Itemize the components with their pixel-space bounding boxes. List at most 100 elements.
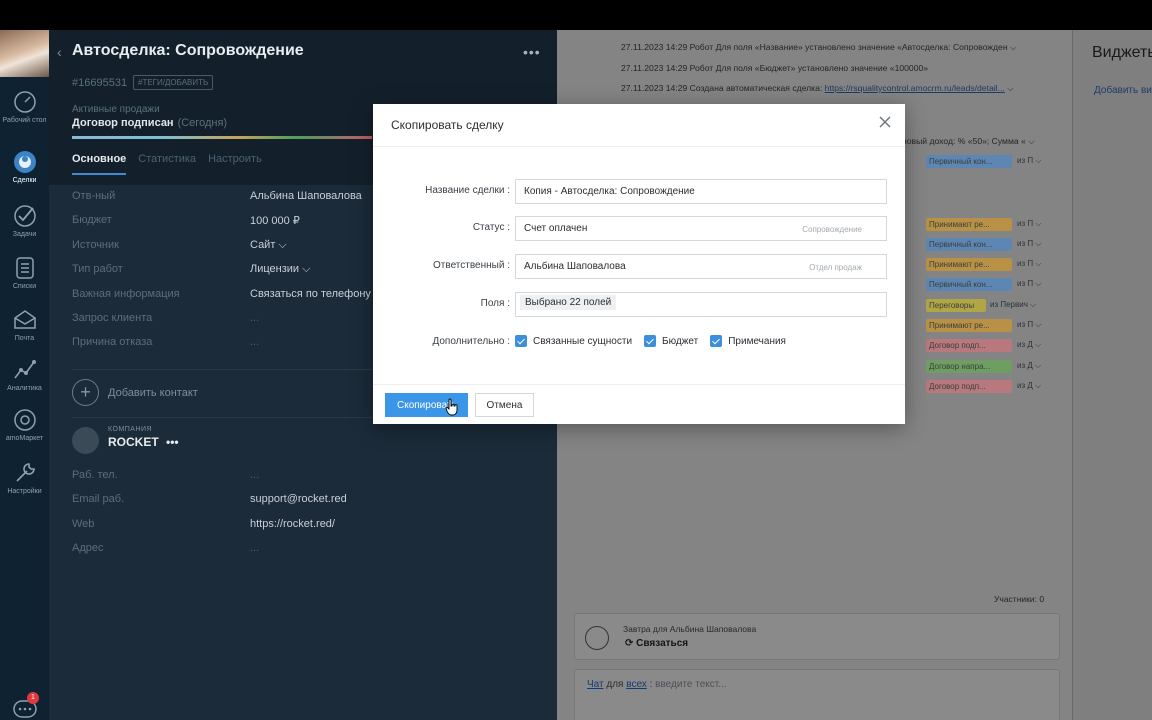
deals-icon <box>13 151 36 173</box>
notes-checkbox[interactable]: Примечания <box>710 335 786 347</box>
responsible-value: Альбина Шаповалова <box>524 261 626 272</box>
nav-item-settings[interactable]: Настройки <box>0 461 49 496</box>
modal-header: Скопировать сделку <box>373 104 905 147</box>
extra-label: Дополнительно : <box>432 336 510 347</box>
field-value[interactable]: ... <box>250 542 259 554</box>
screen-top-bar <box>0 0 1152 30</box>
field-value[interactable]: Связаться по телефону <box>250 288 371 300</box>
field-row: Раб. тел.... <box>72 469 542 493</box>
stage-chip: Первичный кон... <box>926 238 1012 251</box>
chat-input-line[interactable]: Чат для всех : введите текст... <box>587 679 727 690</box>
company-name: ROCKET ••• <box>108 435 179 449</box>
task-when: Завтра для Альбина Шаповалова <box>623 624 757 634</box>
field-value[interactable]: ... <box>250 336 259 348</box>
field-value[interactable]: Сайт ⌵ <box>250 239 287 252</box>
responsible-group-hint: Отдел продаж <box>809 263 862 272</box>
modal-row-status: Статус : Счет оплачен Сопровождение <box>373 216 905 241</box>
deal-name-input[interactable]: Копия - Автосделка: Сопровождение <box>515 179 887 204</box>
field-value[interactable]: https://rocket.red/ <box>250 518 335 530</box>
stage-date: (Сегодня) <box>177 117 228 129</box>
stage-chip: Принимают ре... <box>926 319 1012 332</box>
nav-item-mail[interactable]: Почта <box>0 308 49 343</box>
chat-recipients-link[interactable]: всех <box>626 679 647 690</box>
field-label: Адрес <box>72 542 104 555</box>
field-label: Бюджет <box>72 214 112 227</box>
modal-row-extra: Дополнительно : Связанные сущности Бюдже… <box>373 330 905 355</box>
back-arrow-icon[interactable]: ‹ <box>57 44 62 60</box>
field-label: Web <box>72 517 95 530</box>
tab-main[interactable]: Основное <box>72 153 127 175</box>
chat-badge: 1 <box>27 692 39 704</box>
checkbox-checked-icon[interactable] <box>515 335 527 347</box>
company-type-label: КОМПАНИЯ <box>108 426 153 433</box>
deal-stage[interactable]: Договор подписан (Сегодня) <box>72 117 227 129</box>
stage-chip: Договор напра... <box>926 360 1012 373</box>
field-value[interactable]: Лицензии ⌵ <box>250 263 310 276</box>
widgets-title: Виджеты <box>1092 44 1152 61</box>
chat-placeholder: введите текст... <box>655 679 727 690</box>
budget-checkbox[interactable]: Бюджет <box>644 335 698 347</box>
field-label: Важная информация <box>72 287 180 300</box>
field-label: Email раб. <box>72 493 125 506</box>
feed-link[interactable]: https://rsqualitycontrol.amocrm.ru/leads… <box>825 83 1005 93</box>
cancel-button[interactable]: Отмена <box>475 393 534 417</box>
responsible-label: Ответственный : <box>433 260 510 271</box>
stage-chip: Принимают ре... <box>926 218 1012 231</box>
chat-mode-link[interactable]: Чат <box>587 679 604 690</box>
nav-label: Списки <box>12 283 37 290</box>
field-label: Раб. тел. <box>72 469 118 481</box>
modal-row-responsible: Ответственный : Альбина Шаповалова Отдел … <box>373 254 905 279</box>
deal-title[interactable]: Автосделка: Сопровождение <box>72 42 304 60</box>
nav-label: Аналитика <box>7 385 42 392</box>
chat-composer[interactable]: Чат для всех : введите текст... <box>574 669 1060 720</box>
stage-chip: Договор подп... <box>926 380 1012 393</box>
field-row: Адрес... <box>72 542 542 566</box>
add-contact-label: Добавить контакт <box>108 386 198 399</box>
status-select[interactable]: Счет оплачен Сопровождение <box>515 216 887 241</box>
stage-chip: Принимают ре... <box>926 258 1012 271</box>
fields-select[interactable]: Выбрано 22 полей <box>515 292 887 317</box>
upcoming-task[interactable]: Завтра для Альбина Шаповалова ⟳ Связатьс… <box>574 613 1060 660</box>
modal-row-fields: Поля : Выбрано 22 полей <box>373 292 905 317</box>
nav-item-analytics[interactable]: Аналитика <box>0 358 49 393</box>
add-tag-button[interactable]: #ТЕГИ/ДОБАВИТЬ <box>133 75 214 90</box>
field-value[interactable]: 100 000 ₽ <box>250 214 300 227</box>
stage-name: Договор подписан <box>72 117 174 129</box>
nav-label: Сделки <box>12 177 37 184</box>
nav-item-deals[interactable]: Сделки <box>0 150 49 185</box>
nav-item-dashboard[interactable]: Рабочий стол <box>0 90 49 125</box>
feed-event: 27.11.2023 14:29 Робот Для поля «Названи… <box>621 42 1017 52</box>
add-contact-button[interactable]: + Добавить контакт <box>72 379 198 406</box>
checkbox-checked-icon[interactable] <box>710 335 723 347</box>
checkbox-checked-icon[interactable] <box>644 335 657 347</box>
participants-count[interactable]: Участники: 0 <box>994 594 1044 604</box>
user-avatar[interactable] <box>0 30 49 77</box>
plus-icon: + <box>72 379 99 406</box>
field-value[interactable]: ... <box>250 469 259 481</box>
nav-item-tasks[interactable]: Задачи <box>0 204 49 239</box>
field-label: Запрос клиента <box>72 311 153 324</box>
nav-item-market[interactable]: amoМаркет <box>0 408 49 443</box>
modal-title: Скопировать сделку <box>391 118 504 132</box>
field-value[interactable]: Альбина Шаповалова <box>250 190 362 202</box>
pipeline-name[interactable]: Активные продажи <box>72 104 160 115</box>
add-widget-link[interactable]: Добавить ви... <box>1094 85 1152 96</box>
deal-id: #16695531 <box>72 77 128 89</box>
clock-icon <box>585 626 609 650</box>
nav-item-lists[interactable]: Списки <box>0 256 49 291</box>
responsible-select[interactable]: Альбина Шаповалова Отдел продаж <box>515 254 887 279</box>
market-icon <box>13 409 36 431</box>
fields-selected-chip: Выбрано 22 полей <box>520 295 617 310</box>
field-label: Источник <box>72 238 119 251</box>
field-value[interactable]: support@rocket.red <box>250 493 347 505</box>
nav-label: Настройки <box>7 488 42 495</box>
more-dots-icon[interactable]: ••• <box>523 44 541 60</box>
tab-configure[interactable]: Настроить <box>208 153 262 175</box>
extra-options: Связанные сущности Бюджет Примечания <box>515 335 786 347</box>
nav-label: amoМаркет <box>5 435 44 442</box>
field-value[interactable]: ... <box>250 312 259 324</box>
tab-statistics[interactable]: Статистика <box>138 153 196 175</box>
close-icon[interactable] <box>878 115 892 129</box>
related-entities-checkbox[interactable]: Связанные сущности <box>515 335 632 347</box>
dashboard-icon <box>13 91 36 113</box>
